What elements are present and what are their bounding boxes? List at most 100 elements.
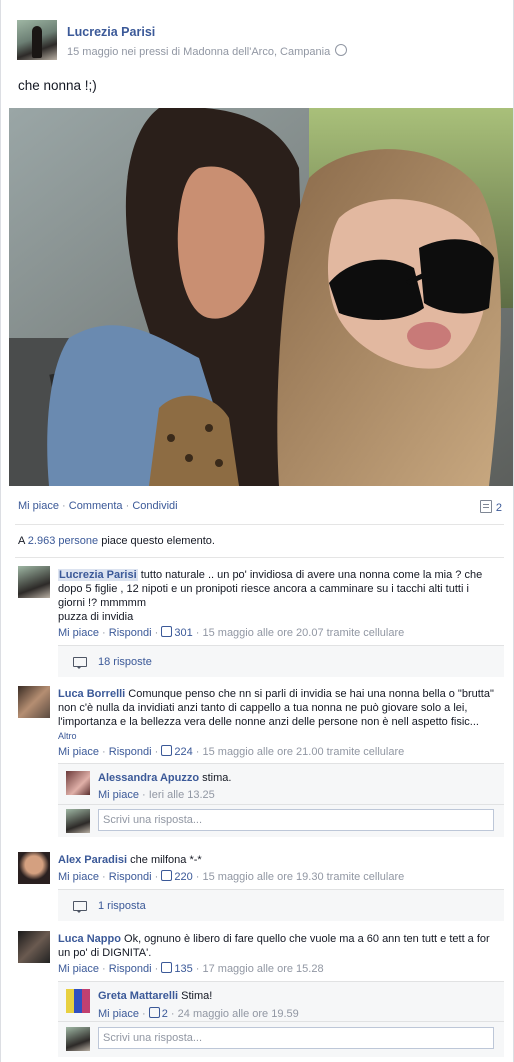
like-link[interactable]: Mi piace [18,500,59,512]
comment-icon [479,500,492,513]
photo-illustration [9,108,513,486]
reply-item: Alessandra Apuzzo stima. Mi piace · Ieri… [58,763,504,805]
comment-meta: Mi piace · Rispondi · 135 · 17 maggio al… [58,962,324,975]
post-date-location[interactable]: 15 maggio nei pressi di Madonna dell'Arc… [67,46,330,58]
separator: · [138,1008,149,1020]
like-comment-link[interactable]: Mi piace [58,627,99,639]
like-comment-link[interactable]: Mi piace [58,963,99,975]
comment-link[interactable]: Commenta [69,500,123,512]
comment-like-count: 220 [174,871,193,883]
thumbs-up-icon [161,870,173,881]
my-avatar [66,809,90,833]
comment-meta: Mi piace · Rispondi · 220 · 15 maggio al… [58,870,404,883]
separator: · [167,1008,178,1020]
separator: · [98,963,109,975]
replier-name[interactable]: Greta Mattarelli [98,990,178,1002]
thumbs-up-icon [148,1007,160,1018]
divider [15,557,504,558]
view-replies[interactable]: 1 risposta [58,889,504,921]
reply-link[interactable]: Rispondi [109,871,152,883]
comment-meta: Mi piace · Rispondi · 224 · 15 maggio al… [58,745,404,758]
reply-time[interactable]: Ieri alle 13.25 [149,789,215,801]
author-avatar[interactable] [17,20,57,60]
comment-likes[interactable]: 224 [161,745,193,758]
replier-avatar[interactable] [66,989,90,1013]
more-link[interactable]: Altro [58,731,77,741]
reply-link[interactable]: Rispondi [109,627,152,639]
comment-meta: Mi piace · Rispondi · 301 · 15 maggio al… [58,626,404,639]
reply-input[interactable]: Scrivi una risposta... [98,809,494,831]
replier-avatar[interactable] [66,771,90,795]
separator: · [151,627,162,639]
comment-text: Alex Paradisi che milfona *-* [58,853,498,867]
commenter-name[interactable]: Alex Paradisi [58,854,127,866]
reply-item: Greta Mattarelli Stima! Mi piace · 2 · 2… [58,981,504,1022]
speech-bubble-icon [73,657,87,669]
separator: · [151,746,162,758]
speech-bubble-icon [73,901,87,913]
thumbs-up-icon [161,745,173,756]
commenter-avatar[interactable] [18,852,50,884]
comment-time[interactable]: 17 maggio alle ore 15.28 [202,963,323,975]
likes-count-link[interactable]: 2.963 persone [28,535,98,547]
reply-time[interactable]: 24 maggio alle ore 19.59 [178,1008,299,1020]
comment-time[interactable]: 15 maggio alle ore 19.30 tramite cellula… [202,871,404,883]
comment-body: Ok, ognuno è libero di fare quello che v… [58,933,490,959]
comment-likes[interactable]: 220 [161,870,193,883]
like-reply-link[interactable]: Mi piace [98,789,139,801]
likes-suffix: piace questo elemento. [98,535,215,547]
reply-link[interactable]: Rispondi [109,963,152,975]
comment-counter[interactable]: 2 [479,500,502,514]
like-comment-link[interactable]: Mi piace [58,871,99,883]
like-comment-link[interactable]: Mi piace [58,746,99,758]
reply-meta: Mi piace · Ieri alle 13.25 [98,789,215,801]
thumbs-up-icon [161,962,173,973]
comment-body: che milfona *-* [127,854,202,866]
comment-text: Luca Nappo Ok, ognuno è libero di fare q… [58,932,498,960]
separator: · [138,789,149,801]
view-replies[interactable]: 18 risposte [58,645,504,677]
comment-likes[interactable]: 301 [161,626,193,639]
separator: · [151,871,162,883]
commenter-name[interactable]: Luca Borrelli [58,688,125,700]
post-meta: 15 maggio nei pressi di Madonna dell'Arc… [67,44,348,58]
thumbs-up-icon [161,626,173,637]
comment-like-count: 135 [174,963,193,975]
comment-count: 2 [495,502,502,514]
reply-likes[interactable]: 2 [148,1007,168,1020]
replies-count[interactable]: 1 risposta [98,900,146,912]
comment-like-count: 301 [174,627,193,639]
facebook-post: Lucrezia Parisi 15 maggio nei pressi di … [0,0,514,1062]
likes-summary: A 2.963 persone piace questo elemento. [18,535,215,547]
commenter-name[interactable]: Lucrezia Parisi [58,569,138,581]
divider [15,524,504,525]
comment-likes[interactable]: 135 [161,962,193,975]
comment-text: Luca Borrelli Comunque penso che nn si p… [58,687,498,743]
my-avatar [66,1027,90,1051]
globe-icon[interactable] [335,44,348,56]
commenter-avatar[interactable] [18,686,50,718]
reply-text: Greta Mattarelli Stima! [98,990,212,1002]
comment-time[interactable]: 15 maggio alle ore 21.00 tramite cellula… [202,746,404,758]
commenter-avatar[interactable] [18,566,50,598]
commenter-avatar[interactable] [18,931,50,963]
post-text: che nonna !;) [18,78,97,93]
comment-body-line2: puzza di invidia [58,611,134,623]
post-actions: Mi piace · Commenta · Condividi [18,500,178,512]
reply-meta: Mi piace · 2 · 24 maggio alle ore 19.59 [98,1007,299,1020]
separator: · [151,963,162,975]
reply-input[interactable]: Scrivi una risposta... [98,1027,494,1049]
post-photo[interactable] [9,108,513,486]
reply-composer: Scrivi una risposta... [58,804,504,837]
reply-link[interactable]: Rispondi [109,746,152,758]
replier-name[interactable]: Alessandra Apuzzo [98,772,199,784]
author-name[interactable]: Lucrezia Parisi [67,25,155,39]
reply-body: stima. [199,772,232,784]
separator: · [98,627,109,639]
commenter-name[interactable]: Luca Nappo [58,933,121,945]
comment-time[interactable]: 15 maggio alle ore 20.07 tramite cellula… [202,627,404,639]
like-reply-link[interactable]: Mi piace [98,1008,139,1020]
replies-count[interactable]: 18 risposte [98,656,152,668]
reply-text: Alessandra Apuzzo stima. [98,772,231,784]
share-link[interactable]: Condividi [132,500,177,512]
